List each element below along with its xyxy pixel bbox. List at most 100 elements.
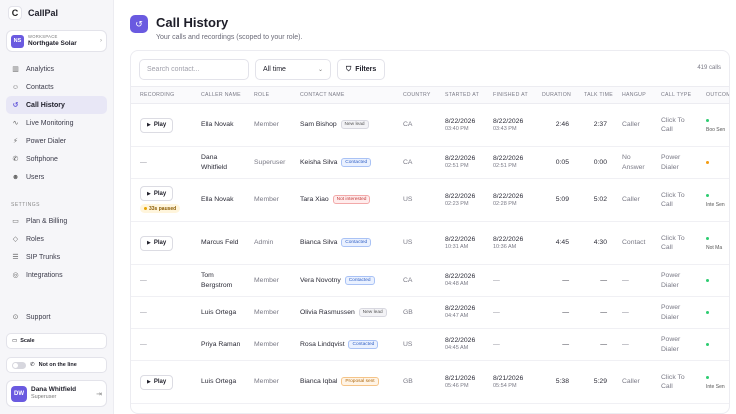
phone-icon: ✆ [12,156,19,163]
play-label: Play [153,190,167,197]
table-row[interactable]: ▶ Play Ella Novak Member Sam Bishop New lead… [131,103,729,147]
column-header[interactable]: HANGUP [613,87,652,104]
started-date: 8/22/2026 [445,117,476,125]
contact-name: Rosa Lindqvist [300,340,345,348]
table-row[interactable]: — Tom Bergstrom Member Vera Novotny Contact… [131,264,729,297]
nav-item-plan-billing[interactable]: ▭ Plan & Billing [6,212,107,230]
play-button[interactable]: ▶ Play [140,186,174,202]
contact-cell[interactable]: Rosa Lindqvist Contacted [291,328,394,361]
table-row[interactable]: ▶ Play 33s paused Ella Novak Member Tara Xiao… [131,178,729,222]
line-status-label: Not on the line [38,362,77,368]
column-header[interactable]: OUTCOME [697,87,729,104]
chevron-down-icon: ⌄ [317,67,323,73]
contact-name: Olivia Rasmussen [300,308,355,316]
contact-cell[interactable]: Sam Bishop New lead [291,103,394,147]
duration: — [533,328,575,361]
started-time: 04:48 AM [445,281,469,288]
workspace-name: Northgate Solar [28,39,77,47]
started-cell: 8/22/2026 10:31 AM [436,221,484,265]
talk-time: — [575,264,613,297]
user-card[interactable]: DW Dana Whitfield Superuser ⇥ [6,380,107,407]
contact-cell[interactable]: Keisha Silva Contacted [291,146,394,179]
nav-item-users[interactable]: ☻ Users [6,168,107,186]
table-row[interactable]: — Priya Raman Member Rosa Lindqvist Contact… [131,328,729,361]
caller-name: Tom Bergstrom [192,264,245,297]
filters-button[interactable]: ⛉ Filters [337,59,386,80]
page-heading: Call History Your calls and recordings (… [156,15,302,41]
call-type: Click To Call [652,360,697,404]
support-icon: ⊙ [12,314,19,321]
settings-section-label: SETTINGS [11,202,41,208]
outcome: Boo Sen [706,118,725,133]
table-row[interactable]: — Luis Ortega Member Olivia Rasmussen New l… [131,296,729,329]
contact-cell[interactable]: Bianca Silva Contacted [291,221,394,265]
nav-item-contacts[interactable]: ☺ Contacts [6,78,107,96]
logout-icon[interactable]: ⇥ [96,390,102,398]
brand[interactable]: C CallPal [8,6,58,20]
column-header[interactable]: RECORDING [131,87,192,104]
play-label: Play [153,121,167,128]
column-header[interactable]: STARTED AT [436,87,484,104]
nav-item-support[interactable]: ⊙ Support [6,308,107,326]
finished-time: 02:51 PM [493,163,517,170]
outcome-label: Boo Sen [706,127,726,133]
play-button[interactable]: ▶ Play [140,235,174,251]
nav-label: Softphone [26,155,58,163]
outcome-cell: Boo Sen [697,103,729,147]
workspace-switcher[interactable]: NS WORKSPACE Northgate Solar › [6,30,107,52]
outcome-label: Not Ma [706,245,723,251]
search-input[interactable] [139,59,249,80]
line-status[interactable]: ✆ Not on the line [6,357,107,373]
nav-item-roles[interactable]: ◇ Roles [6,230,107,248]
main-nav: ▥ Analytics ☺ Contacts ↺ Call History ∿ Live… [6,60,107,186]
column-header[interactable]: ROLE [245,87,291,104]
nav-item-softphone[interactable]: ✆ Softphone [6,150,107,168]
dialer-icon: ⚡ [13,138,18,145]
column-header[interactable]: CALL TYPE [652,87,697,104]
play-button[interactable]: ▶ Play [140,374,174,390]
table-row[interactable]: ▶ Play Marcus Feld Admin Bianca Silva Contac… [131,221,729,265]
duration: 2:46 [533,103,575,147]
finished-cell: 8/22/2026 03:43 PM [484,103,533,147]
table-row[interactable]: — Dana Whitfield Superuser Keisha Silva Con… [131,146,729,179]
globe-icon: ◎ [12,272,19,279]
nav-item-live-monitoring[interactable]: ∿ Live Monitoring [6,114,107,132]
nav-item-sip-trunks[interactable]: ☰ SIP Trunks [6,248,107,266]
started-cell: 8/22/2026 03:40 PM [436,103,484,147]
column-header[interactable]: CALLER NAME [192,87,245,104]
role: Member [245,178,291,222]
play-label: Play [153,239,167,246]
nav-item-integrations[interactable]: ◎ Integrations [6,266,107,284]
column-header[interactable]: DURATION [533,87,575,104]
caller-name: Luis Ortega [192,296,245,329]
nav-item-call-history[interactable]: ↺ Call History [6,96,107,114]
nav-item-analytics[interactable]: ▥ Analytics [6,60,107,78]
date-range-select[interactable]: All time ⌄ [255,59,331,80]
finished-date: 8/21/2026 [493,374,524,382]
contact-cell[interactable]: Vera Novotny Contacted [291,264,394,297]
recording-cell: — [131,296,192,329]
column-header[interactable]: CONTACT NAME [291,87,394,104]
outcome-cell [697,328,729,361]
nav-item-power-dialer[interactable]: ⚡ Power Dialer [6,132,107,150]
column-header[interactable]: TALK TIME [575,87,613,104]
calls-table: RECORDING CALLER NAME ROLE CONTACT NAME … [131,86,729,404]
contact-cell[interactable]: Bianca Iqbal Proposal sent [291,360,394,404]
contact-cell[interactable]: Tara Xiao Not interested [291,178,394,222]
contact-cell[interactable]: Olivia Rasmussen New lead [291,296,394,329]
column-header[interactable]: COUNTRY [394,87,436,104]
call-count: 419 calls [697,65,721,71]
role: Member [245,328,291,361]
play-button[interactable]: ▶ Play [140,117,174,133]
finished-date: — [493,340,500,348]
play-icon: ▶ [147,190,151,197]
started-date: 8/22/2026 [445,305,476,313]
line-toggle[interactable] [12,361,26,369]
recording-cell: — [131,328,192,361]
paused-dot [144,207,147,211]
finished-date: 8/22/2026 [493,117,524,125]
plan-badge[interactable]: ▭ Scale [6,333,107,349]
finished-cell: — [484,296,533,329]
table-row[interactable]: ▶ Play Luis Ortega Member Bianca Iqbal Propo… [131,360,729,404]
column-header[interactable]: FINISHED AT [484,87,533,104]
